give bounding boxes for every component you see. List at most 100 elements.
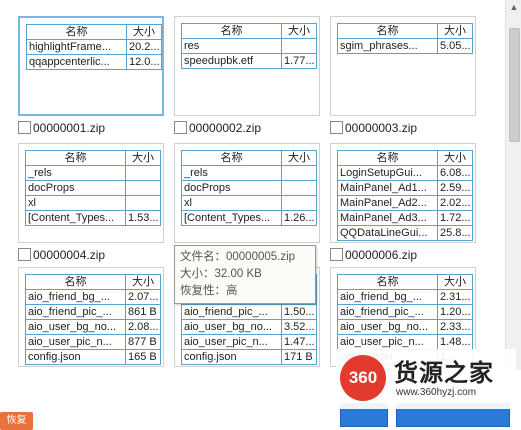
file-name-cell: _rels: [181, 165, 282, 181]
file-caption[interactable]: 00000004.zip: [18, 247, 164, 263]
file-name-cell: xl: [25, 195, 126, 211]
file-name-cell: QQDataLineGui...: [337, 225, 438, 241]
file-thumbnail[interactable]: 名称 大小 LoginSetupGui... 6.08... MainPanel_Ad1…: [330, 143, 476, 243]
recover-badge[interactable]: 恢复: [0, 412, 33, 430]
file-name-cell: aio_friend_bg_...: [25, 289, 126, 305]
archive-contents-table: 名称 大小 res speedupbk.etf 1.77...: [181, 23, 317, 69]
file-thumbnail[interactable]: 名称 大小 sgim_phrases... 5.05...: [330, 16, 476, 116]
file-item[interactable]: 名称 大小 LoginSetupGui... 6.08... MainPanel_Ad1…: [330, 143, 476, 263]
archive-contents-table: 名称 大小 LoginSetupGui... 6.08... MainPanel_Ad1…: [337, 150, 473, 241]
archive-contents-table: 名称 大小 _rels docProps xl [Content_Types... 1.53…: [25, 150, 161, 226]
tooltip-size: 大小：32.00 KB: [180, 268, 262, 280]
file-caption[interactable]: 00000003.zip: [330, 120, 476, 136]
column-header-name: 名称: [26, 24, 127, 40]
file-name-cell: LoginSetupGui...: [337, 165, 438, 181]
column-header-size: 大小: [437, 150, 473, 166]
file-size-cell: 2.02...: [437, 195, 473, 211]
column-header-name: 名称: [337, 150, 438, 166]
file-name-cell: aio_user_bg_no...: [181, 319, 282, 335]
table-row: qqappcenterlic... 12.0...: [26, 54, 162, 70]
file-item[interactable]: 名称 大小 sgim_phrases... 5.05... 00000003.zip: [330, 16, 476, 136]
file-tooltip: 文件名：00000005.zip 大小：32.00 KB 恢复性：高: [174, 245, 316, 304]
vertical-scrollbar[interactable]: ▲: [505, 0, 521, 370]
select-checkbox[interactable]: [18, 121, 31, 134]
archive-contents-table: 名称 大小 sgim_phrases... 5.05...: [337, 23, 473, 54]
file-name-cell: aio_friend_pic_...: [25, 304, 126, 320]
file-name-cell: highlightFrame...: [26, 39, 127, 55]
file-thumbnail[interactable]: 名称 大小 highlightFrame... 20.2... qqappcenterl…: [18, 16, 164, 116]
file-thumbnail[interactable]: 名称 大小 res speedupbk.etf 1.77...: [174, 16, 320, 116]
table-row: speedupbk.etf 1.77...: [181, 53, 317, 69]
file-item[interactable]: 名称 大小 highlightFrame... 20.2... qqappcenterl…: [18, 16, 164, 136]
file-size-cell: 5.05...: [437, 38, 473, 54]
watermark-360-icon: 360: [340, 355, 386, 401]
select-checkbox[interactable]: [174, 121, 187, 134]
table-row: highlightFrame... 20.2...: [26, 39, 162, 55]
column-header-name: 名称: [181, 150, 282, 166]
file-size-cell: 12.0...: [126, 54, 162, 70]
scroll-up-arrow-icon[interactable]: ▲: [506, 0, 521, 14]
file-size-cell: [125, 165, 161, 181]
file-name-cell: xl: [181, 195, 282, 211]
table-row: aio_user_bg_no... 2.33...: [337, 319, 473, 335]
file-name-cell: [Content_Types...: [181, 210, 282, 226]
file-size-cell: 25.8...: [437, 225, 473, 241]
table-row: aio_friend_pic_... 1.20...: [337, 304, 473, 320]
table-row: MainPanel_Ad3... 1.72...: [337, 210, 473, 226]
table-row: aio_user_bg_no... 2.08...: [25, 319, 161, 335]
watermark-logo: 360 货源之家 www.360hyzj.com: [336, 349, 516, 409]
column-header-name: 名称: [25, 274, 126, 290]
table-row: _rels: [25, 165, 161, 181]
archive-contents-table: 名称 大小 highlightFrame... 20.2... qqappcenterl…: [26, 24, 162, 70]
column-header-size: 大小: [437, 23, 473, 39]
file-item[interactable]: 名称 大小 aio_friend_bg_... 2.07... aio_friend_p…: [18, 267, 164, 367]
scroll-thumb[interactable]: [509, 28, 520, 142]
select-checkbox[interactable]: [18, 248, 31, 261]
file-caption[interactable]: 00000001.zip: [18, 120, 164, 136]
table-row: MainPanel_Ad2... 2.02...: [337, 195, 473, 211]
file-size-cell: 2.07...: [125, 289, 161, 305]
table-row: aio_friend_bg_... 2.07...: [25, 289, 161, 305]
file-size-cell: 877 B: [125, 334, 161, 350]
file-size-cell: [281, 38, 317, 54]
column-header-name: 名称: [25, 150, 126, 166]
file-thumbnail[interactable]: 名称 大小 aio_friend_bg_... 2.07... aio_friend_p…: [18, 267, 164, 367]
file-name-cell: MainPanel_Ad1...: [337, 180, 438, 196]
file-name-label: 00000003.zip: [345, 121, 418, 135]
file-name-cell: res: [181, 38, 282, 54]
file-thumbnail[interactable]: 名称 大小 _rels docProps xl [Content_Types... 1.26…: [174, 143, 320, 243]
table-row: aio_user_bg_no... 3.52...: [181, 319, 317, 335]
select-checkbox[interactable]: [330, 248, 343, 261]
file-name-cell: docProps: [25, 180, 126, 196]
file-size-cell: [281, 180, 317, 196]
file-size-cell: [125, 195, 161, 211]
file-thumbnail[interactable]: 名称 大小 _rels docProps xl [Content_Types... 1.53…: [18, 143, 164, 243]
file-name-cell: aio_user_pic_n...: [337, 334, 438, 350]
table-row: config.json 165 B: [25, 349, 161, 365]
file-item[interactable]: 名称 大小 res speedupbk.etf 1.77... 00000002.zip: [174, 16, 320, 136]
file-size-cell: [281, 165, 317, 181]
file-caption[interactable]: 00000006.zip: [330, 247, 476, 263]
table-row: aio_friend_bg_... 2.31...: [337, 289, 473, 305]
file-preview-grid: 名称 大小 highlightFrame... 20.2... qqappcenterl…: [0, 0, 505, 370]
column-header-name: 名称: [337, 23, 438, 39]
file-name-label: 00000002.zip: [189, 121, 262, 135]
column-header-size: 大小: [437, 274, 473, 290]
file-name-label: 00000001.zip: [33, 121, 106, 135]
file-name-cell: aio_user_bg_no...: [337, 319, 438, 335]
table-row: aio_friend_pic_... 861 B: [25, 304, 161, 320]
file-item[interactable]: 名称 大小 _rels docProps xl [Content_Types... 1.53…: [18, 143, 164, 263]
column-header-name: 名称: [337, 274, 438, 290]
file-name-cell: aio_user_pic_n...: [181, 334, 282, 350]
column-header-size: 大小: [281, 23, 317, 39]
tooltip-recoverability: 恢复性：高: [180, 285, 238, 297]
file-size-cell: 2.31...: [437, 289, 473, 305]
file-caption[interactable]: 00000002.zip: [174, 120, 320, 136]
archive-contents-table: 名称 大小 aio_friend_bg_... 2.07... aio_friend_p…: [25, 274, 161, 365]
file-size-cell: 2.33...: [437, 319, 473, 335]
file-size-cell: 3.52...: [281, 319, 317, 335]
select-checkbox[interactable]: [330, 121, 343, 134]
table-row: res: [181, 38, 317, 54]
file-size-cell: 1.72...: [437, 210, 473, 226]
file-size-cell: 165 B: [125, 349, 161, 365]
